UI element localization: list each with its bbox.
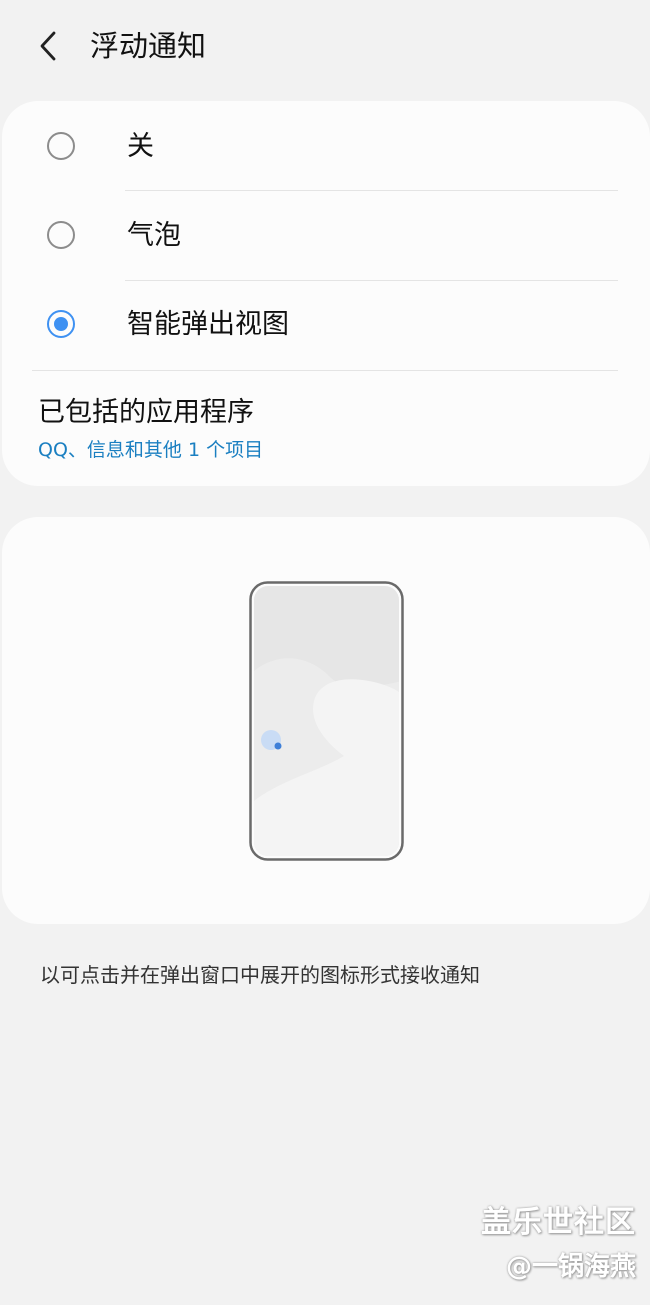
option-bubble-label: 气泡 [127, 220, 181, 251]
radio-smart-popup[interactable] [47, 310, 75, 338]
header: 浮动通知 [0, 0, 650, 92]
divider [125, 190, 618, 191]
phone-with-floating-bubble-icon [249, 581, 404, 861]
description-text: 以可点击并在弹出窗口中展开的图标形式接收通知 [40, 963, 480, 987]
option-off[interactable]: 关 [2, 103, 650, 193]
watermark-community: 盖乐世社区 [481, 1205, 636, 1240]
option-off-label: 关 [127, 131, 154, 162]
watermark-author: @一锅海燕 [505, 1252, 636, 1282]
included-apps-item[interactable]: 已包括的应用程序 QQ、信息和其他 1 个项目 [2, 371, 650, 481]
included-apps-summary: QQ、信息和其他 1 个项目 [38, 439, 264, 461]
preview-card [2, 517, 650, 924]
radio-off[interactable] [47, 132, 75, 160]
page-title: 浮动通知 [90, 29, 207, 63]
radio-bubble[interactable] [47, 221, 75, 249]
option-bubble[interactable]: 气泡 [2, 192, 650, 282]
options-card: 关 气泡 智能弹出视图 已包括的应用程序 QQ、信息和其他 1 个项目 [2, 101, 650, 486]
chevron-left-icon [40, 31, 56, 61]
back-button[interactable] [28, 24, 72, 68]
option-smart-popup[interactable]: 智能弹出视图 [2, 281, 650, 371]
option-smart-popup-label: 智能弹出视图 [127, 309, 289, 340]
included-apps-title: 已包括的应用程序 [38, 397, 254, 428]
